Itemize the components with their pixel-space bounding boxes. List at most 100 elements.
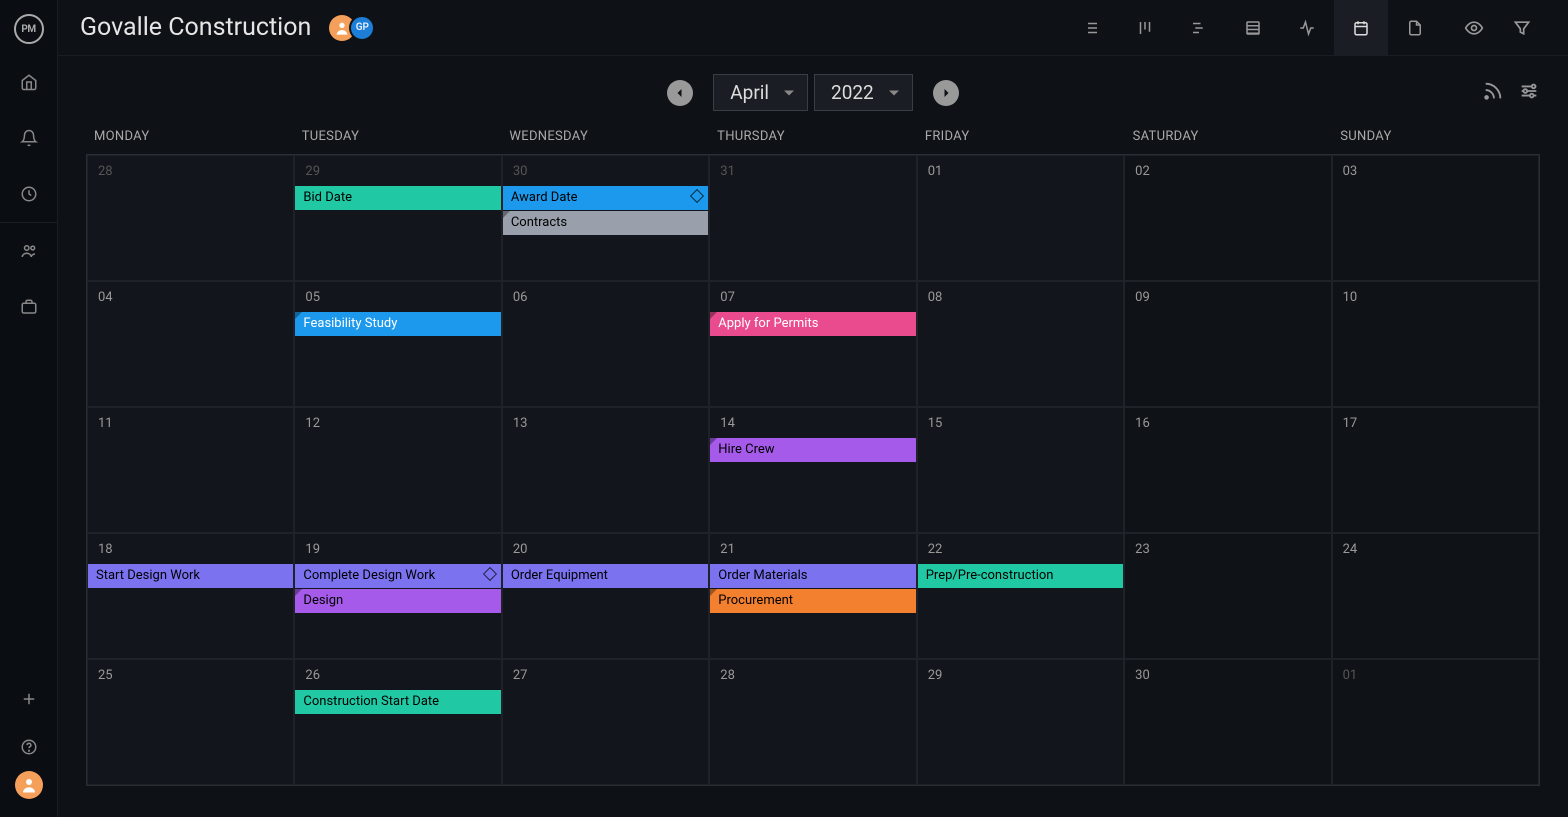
event-label: Order Equipment	[511, 568, 608, 583]
calendar-event[interactable]: Hire Crew	[710, 438, 915, 462]
sheet-icon	[1244, 19, 1262, 37]
calendar-event[interactable]: Procurement	[710, 589, 915, 613]
avatar-initials[interactable]: GP	[349, 15, 375, 41]
event-fold-icon	[503, 211, 510, 218]
calendar-cell[interactable]: 19Complete Design WorkDesign	[294, 533, 501, 659]
calendar-cell[interactable]: 21Order MaterialsProcurement	[709, 533, 916, 659]
settings-button[interactable]	[1518, 80, 1540, 106]
calendar-cell[interactable]: 31	[709, 155, 916, 281]
calendar-cell[interactable]: 11	[87, 407, 294, 533]
view-activity[interactable]	[1280, 0, 1334, 56]
nav-add[interactable]	[0, 675, 58, 723]
calendar-cell[interactable]: 28	[709, 659, 916, 785]
calendar-cell[interactable]: 17	[1332, 407, 1539, 533]
calendar-event[interactable]: Design	[295, 589, 500, 613]
calendar-cell[interactable]: 29	[917, 659, 1124, 785]
calendar-cell[interactable]: 29Bid Date	[294, 155, 501, 281]
calendar-cell[interactable]: 18 Start Design Work	[87, 533, 294, 659]
filter-button[interactable]	[1498, 0, 1546, 56]
calendar-event[interactable]: Bid Date	[295, 186, 500, 210]
weekday-label: TUESDAY	[294, 125, 502, 154]
feed-button[interactable]	[1482, 80, 1504, 106]
day-number: 02	[1125, 156, 1330, 179]
filter-icon	[1512, 18, 1532, 38]
calendar-cell[interactable]: 02	[1124, 155, 1331, 281]
day-number: 22	[918, 534, 1123, 557]
calendar-cell[interactable]: 30	[1124, 659, 1331, 785]
view-sheet[interactable]	[1226, 0, 1280, 56]
project-avatars[interactable]: GP	[329, 15, 375, 41]
calendar-event[interactable]: Prep/Pre-construction	[918, 564, 1123, 588]
calendar-cell[interactable]: 16	[1124, 407, 1331, 533]
calendar-cell[interactable]: 23	[1124, 533, 1331, 659]
calendar-cell[interactable]: 12	[294, 407, 501, 533]
nav-home[interactable]	[0, 58, 58, 106]
calendar-event[interactable]: Order Materials	[710, 564, 915, 588]
nav-recent[interactable]	[0, 170, 58, 218]
calendar-cell[interactable]: 30Award DateContracts	[502, 155, 709, 281]
calendar-cell[interactable]: 28	[87, 155, 294, 281]
event-label: Bid Date	[303, 190, 352, 205]
weekday-label: THURSDAY	[709, 125, 917, 154]
calendar-event[interactable]: Apply for Permits	[710, 312, 915, 336]
calendar-event[interactable]: Award Date	[503, 186, 708, 210]
prev-month-button[interactable]	[667, 80, 693, 106]
calendar-event[interactable]: Contracts	[503, 211, 708, 235]
day-number: 20	[503, 534, 708, 557]
calendar-event[interactable]: Construction Start Date	[295, 690, 500, 714]
calendar-cell[interactable]: 13	[502, 407, 709, 533]
view-options[interactable]	[1450, 0, 1498, 56]
calendar-cell[interactable]: 24	[1332, 533, 1539, 659]
day-number: 01	[918, 156, 1123, 179]
calendar-event[interactable]: Feasibility Study	[295, 312, 500, 336]
nav-people[interactable]	[0, 227, 58, 275]
year-select[interactable]: 2022	[814, 74, 913, 111]
calendar-cell[interactable]: 06	[502, 281, 709, 407]
app-logo[interactable]: PM	[14, 14, 44, 44]
day-number: 18	[88, 534, 293, 557]
calendar-cell[interactable]: 04	[87, 281, 294, 407]
calendar-cell[interactable]: 27	[502, 659, 709, 785]
person-icon	[334, 20, 350, 36]
next-month-button[interactable]	[933, 80, 959, 106]
avatar-icon	[20, 776, 38, 794]
calendar-event[interactable]: Order Equipment	[503, 564, 708, 588]
calendar-cell[interactable]: 08	[917, 281, 1124, 407]
calendar-cell[interactable]: 15	[917, 407, 1124, 533]
calendar-cell[interactable]: 09	[1124, 281, 1331, 407]
view-list[interactable]	[1064, 0, 1118, 56]
calendar-cell[interactable]: 10	[1332, 281, 1539, 407]
calendar-event[interactable]: Complete Design Work	[295, 564, 500, 588]
calendar-cell[interactable]: 01	[917, 155, 1124, 281]
calendar-cell[interactable]: 07Apply for Permits	[709, 281, 916, 407]
day-number: 05	[295, 282, 500, 305]
nav-notifications[interactable]	[0, 114, 58, 162]
clock-icon	[20, 185, 38, 203]
calendar-cell[interactable]: 03	[1332, 155, 1539, 281]
calendar-cell[interactable]: 14 Hire Crew	[709, 407, 916, 533]
view-files[interactable]	[1388, 0, 1442, 56]
day-number: 29	[918, 660, 1123, 683]
calendar-cell[interactable]: 01	[1332, 659, 1539, 785]
calendar-event[interactable]: Start Design Work	[88, 564, 293, 588]
project-title[interactable]: Govalle Construction	[80, 13, 311, 42]
month-select[interactable]: April	[713, 74, 808, 111]
calendar-cell[interactable]: 25	[87, 659, 294, 785]
view-calendar[interactable]	[1334, 0, 1388, 56]
event-label: Contracts	[511, 215, 567, 230]
view-board[interactable]	[1118, 0, 1172, 56]
calendar-cell[interactable]: 05 Feasibility Study	[294, 281, 501, 407]
view-gantt[interactable]	[1172, 0, 1226, 56]
day-number: 14	[710, 408, 915, 431]
calendar-cell[interactable]: 20 Order Equipment	[502, 533, 709, 659]
calendar-cell[interactable]: 22 Prep/Pre-construction	[917, 533, 1124, 659]
nav-help[interactable]	[0, 723, 58, 771]
nav-portfolio[interactable]	[0, 283, 58, 331]
user-avatar[interactable]	[15, 771, 43, 799]
weekday-label: SUNDAY	[1332, 125, 1540, 154]
calendar-cell[interactable]: 26Construction Start Date	[294, 659, 501, 785]
milestone-icon	[483, 567, 497, 581]
milestone-icon	[690, 189, 704, 203]
event-fold-icon	[295, 312, 302, 319]
day-number: 24	[1333, 534, 1538, 557]
